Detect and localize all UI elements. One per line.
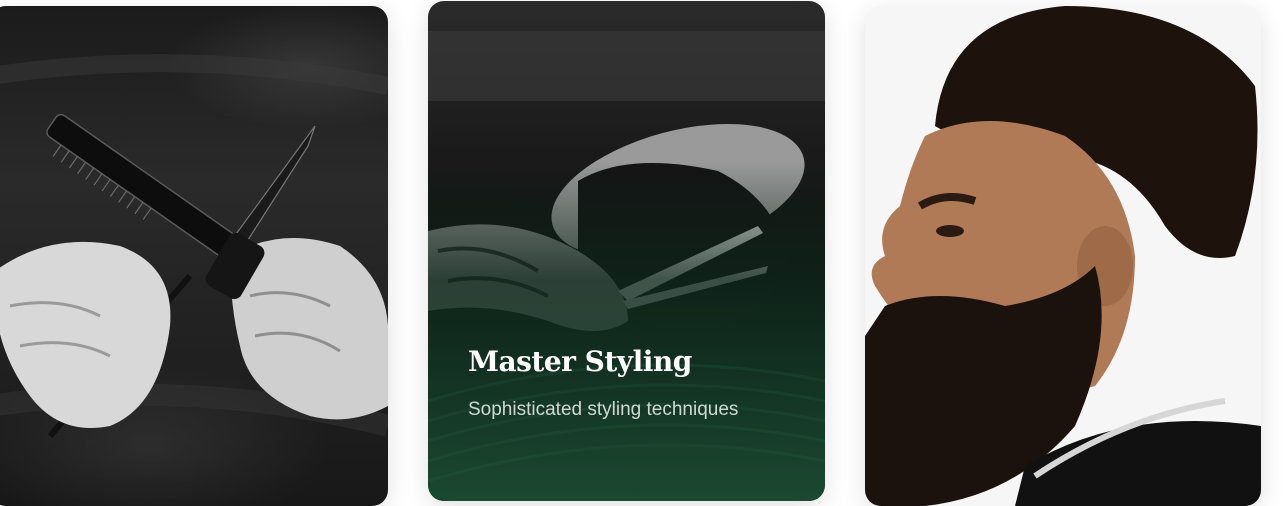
card-title: Master Styling	[468, 345, 692, 378]
service-card-master-styling[interactable]: Master Styling Sophisticated styling tec…	[428, 1, 825, 501]
service-card-portrait[interactable]	[865, 6, 1261, 506]
card-description: Sophisticated styling techniques	[468, 399, 739, 420]
comb-and-scissors-photo	[0, 54, 388, 438]
card-caption: Master Styling Sophisticated styling tec…	[468, 343, 768, 425]
service-card-tools[interactable]	[0, 6, 388, 506]
bearded-man-portrait-photo	[865, 6, 1261, 506]
green-overlay	[428, 161, 825, 501]
